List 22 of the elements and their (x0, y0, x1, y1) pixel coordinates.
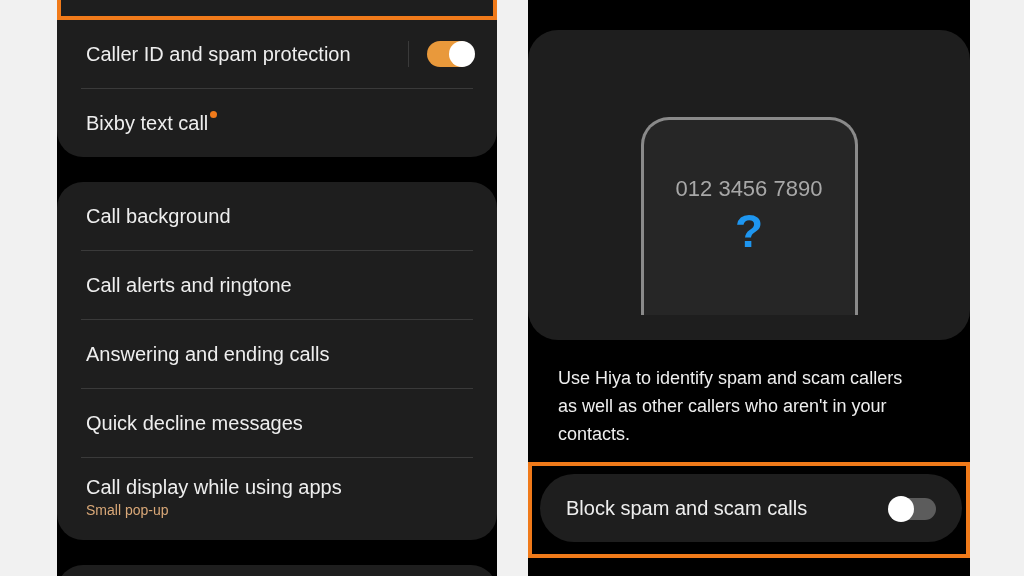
settings-item[interactable]: Quick decline messages (81, 389, 473, 457)
question-mark-icon: ? (734, 208, 764, 254)
description-text: Use Hiya to identify spam and scam callers as well as other callers who aren't in your contacts. (557, 367, 904, 446)
setting-label: Call display while using apps (86, 476, 342, 499)
phone-number: 012 3456 7890 (675, 176, 823, 202)
settings-item[interactable]: Block spam and scam calls (540, 474, 962, 542)
setting-label: Call background (86, 204, 231, 228)
setting-value: Small pop-up (86, 502, 170, 518)
settings-item[interactable]: Call background (81, 182, 473, 250)
toggle-switch[interactable] (890, 498, 936, 520)
settings-item[interactable]: Bixby text call (81, 89, 473, 157)
setting-label: Answering and ending calls (86, 342, 330, 366)
setting-label: Call alerts and ringtone (86, 273, 292, 297)
toggle-switch[interactable] (427, 41, 473, 67)
settings-item[interactable]: Answering and ending calls (81, 320, 473, 388)
settings-item[interactable]: Call display while using apps Small pop-up (81, 458, 473, 540)
settings-item[interactable]: Caller ID and spam protection (81, 20, 473, 88)
setting-label: Bixby text call (86, 111, 209, 135)
settings-item[interactable]: Call alerts and ringtone (81, 251, 473, 319)
setting-label: Block spam and scam calls (566, 496, 808, 520)
setting-label: Caller ID and spam protection (86, 42, 351, 66)
setting-label: Quick decline messages (86, 411, 303, 435)
